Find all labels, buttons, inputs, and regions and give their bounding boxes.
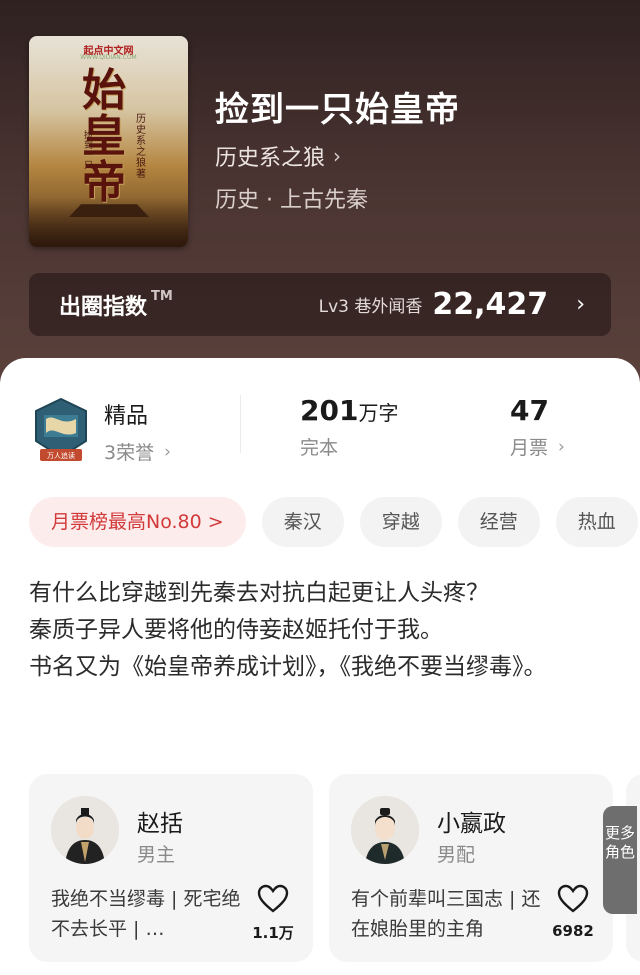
monthly-votes-number: 47	[510, 394, 549, 427]
word-count-unit: 万字	[358, 401, 399, 425]
stat-quality[interactable]: 精品 3荣誉 ›	[104, 398, 171, 465]
heart-icon[interactable]	[257, 884, 289, 914]
character-name: 赵括	[137, 811, 183, 837]
like-count: 6982	[552, 922, 594, 940]
tag-item[interactable]: 热血	[555, 497, 638, 547]
heart-icon[interactable]	[557, 884, 589, 914]
tag-item[interactable]: 穿越	[359, 497, 442, 547]
tag-ranking[interactable]: 月票榜最高No.80 >	[29, 497, 246, 547]
avatar	[351, 796, 419, 864]
book-header: 起点中文网 WWW.QIDIAN.COM 始皇帝 历史系之狼著 捡到一只 捡到一…	[0, 0, 640, 400]
character-name: 小嬴政	[437, 811, 506, 837]
influence-index-bar[interactable]: 出圈指数 TM Lv3 巷外闻香 22,427 ›	[29, 273, 611, 336]
author-link[interactable]: 历史系之狼 ›	[215, 140, 341, 172]
trademark-mark: TM	[151, 288, 173, 304]
description-line: 有什么比穿越到先秦去对抗白起更让人头疼？	[29, 580, 489, 606]
chevron-right-icon: ›	[576, 292, 585, 317]
badge-text: 万人追读	[47, 451, 75, 460]
character-quote: 我绝不当缪毒 | 死宅绝不去长平 | …	[51, 888, 241, 940]
character-card[interactable]: 赵括 男主 我绝不当缪毒 | 死宅绝不去长平 | … 1.1万	[29, 774, 313, 962]
tag-list: 月票榜最高No.80 > 秦汉 穿越 经营 热血	[29, 497, 638, 547]
cover-subtitle: 捡到一只	[84, 131, 94, 171]
character-role: 男主	[137, 844, 176, 866]
more-characters-button[interactable]: 更多角色	[603, 806, 637, 914]
influence-value: 22,427	[432, 287, 549, 322]
stat-monthly-votes[interactable]: 47 月票 ›	[510, 394, 565, 460]
chevron-right-icon: ›	[333, 144, 342, 168]
quality-badge-icon: 万人追读	[35, 397, 87, 461]
cover-author: 历史系之狼著	[136, 114, 146, 180]
author-name: 历史系之狼	[215, 146, 326, 171]
book-description[interactable]: 有什么比穿越到先秦去对抗白起更让人头疼？ 秦质子异人要将他的侍妾赵姬托付于我。 …	[29, 575, 609, 686]
quality-label: 精品	[104, 404, 149, 429]
book-category: 历史 · 上古先秦	[215, 188, 368, 213]
influence-level: Lv3 巷外闻香	[318, 297, 423, 317]
chevron-right-icon: ›	[164, 441, 171, 462]
influence-label: 出圈指数 TM	[59, 288, 173, 320]
book-title: 捡到一只始皇帝	[215, 90, 460, 130]
stat-word-count: 201万字 完本	[300, 394, 398, 460]
description-line: 秦质子异人要将他的侍妾赵姬托付于我。	[29, 617, 443, 643]
word-count-number: 201	[300, 394, 359, 427]
cover-publisher-sub: WWW.QIDIAN.COM	[80, 54, 137, 61]
description-line: 书名又为《始皇帝养成计划》，《我绝不要当缪毒》。	[29, 654, 547, 680]
avatar	[51, 796, 119, 864]
honor-count: 3荣誉	[104, 442, 155, 464]
monthly-votes-label: 月票	[510, 437, 549, 459]
chevron-right-icon: ›	[558, 436, 565, 457]
tag-item[interactable]: 秦汉	[261, 497, 344, 547]
like-count: 1.1万	[252, 924, 294, 942]
character-quote: 有个前辈叫三国志 | 还在娘胎里的主角	[351, 888, 541, 940]
character-list: 赵括 男主 我绝不当缪毒 | 死宅绝不去长平 | … 1.1万 小嬴政 男配 有…	[29, 774, 613, 962]
completion-status: 完本	[300, 437, 339, 459]
stat-divider	[240, 395, 241, 453]
tag-item[interactable]: 经营	[457, 497, 540, 547]
character-card[interactable]: 小嬴政 男配 有个前辈叫三国志 | 还在娘胎里的主角 6982	[329, 774, 613, 962]
book-cover[interactable]: 起点中文网 WWW.QIDIAN.COM 始皇帝 历史系之狼著 捡到一只	[29, 36, 188, 247]
character-role: 男配	[437, 844, 476, 866]
